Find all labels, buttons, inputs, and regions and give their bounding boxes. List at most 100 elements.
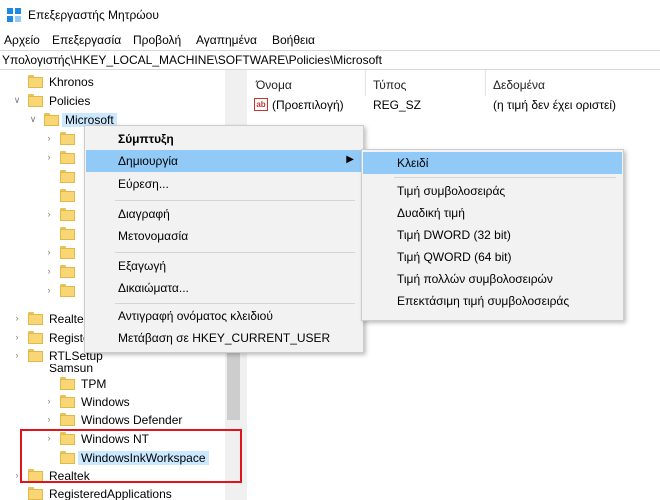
menu-item-label: Μετονομασία xyxy=(118,229,189,243)
menu-item-new[interactable]: Δημιουργία ▶ xyxy=(86,150,362,172)
folder-icon xyxy=(60,265,75,278)
tree-item-samsung-partial[interactable]: Samsun xyxy=(0,364,100,374)
menu-bar: Αρχείο Επεξεργασία Προβολή Αγαπημένα Βοή… xyxy=(0,30,660,50)
chevron-right-icon[interactable]: › xyxy=(44,152,54,162)
submenu-item-binary-value[interactable]: Δυαδική τιμή xyxy=(363,202,622,224)
menu-item-label: Μετάβαση σε HKEY_CURRENT_USER xyxy=(118,331,331,345)
chevron-right-icon[interactable]: › xyxy=(44,414,54,424)
tree-label: RegisteredApplications xyxy=(49,487,172,500)
menu-separator xyxy=(394,177,616,178)
column-header-type[interactable]: Τύπος xyxy=(373,78,406,92)
tree-label: Policies xyxy=(49,94,91,108)
menu-view[interactable]: Προβολή xyxy=(133,33,181,47)
chevron-right-icon[interactable]: › xyxy=(12,350,22,360)
tree-item-windows[interactable]: › Windows xyxy=(0,393,220,411)
context-menu: Σύμπτυξη Δημιουργία ▶ Εύρεση... Διαγραφή… xyxy=(84,125,364,353)
tree-label: Windows Defender xyxy=(81,413,183,427)
menu-item-label: Τιμή QWORD (64 bit) xyxy=(397,250,512,264)
menu-item-copy-key-name[interactable]: Αντιγραφή ονόματος κλειδιού xyxy=(86,305,362,327)
submenu-item-multi-string-value[interactable]: Τιμή πολλών συμβολοσειρών xyxy=(363,268,622,290)
menu-item-label: Δικαιώματα... xyxy=(118,281,189,295)
folder-icon xyxy=(60,151,75,164)
menu-favorites[interactable]: Αγαπημένα xyxy=(196,33,257,47)
menu-item-label: Αντιγραφή ονόματος κλειδιού xyxy=(118,309,273,323)
folder-icon xyxy=(60,132,75,145)
string-value-icon: ab xyxy=(254,98,268,111)
submenu-arrow-icon: ▶ xyxy=(346,154,354,165)
tree-label: Realtel xyxy=(49,312,87,326)
submenu-item-dword-value[interactable]: Τιμή DWORD (32 bit) xyxy=(363,224,622,246)
submenu-item-qword-value[interactable]: Τιμή QWORD (64 bit) xyxy=(363,246,622,268)
chevron-right-icon[interactable]: › xyxy=(44,396,54,406)
value-data: (η τιμή δεν έχει οριστεί) xyxy=(493,98,617,112)
tree-label: Samsun xyxy=(49,364,94,374)
window-title: Επεξεργαστής Μητρώου xyxy=(28,8,159,22)
menu-item-goto-hkcu[interactable]: Μετάβαση σε HKEY_CURRENT_USER xyxy=(86,327,362,349)
menu-item-label: Διαγραφή xyxy=(118,207,170,221)
submenu-item-string-value[interactable]: Τιμή συμβολοσειράς xyxy=(363,180,622,202)
folder-icon xyxy=(60,246,75,259)
chevron-right-icon[interactable]: › xyxy=(12,332,22,342)
menu-separator xyxy=(115,252,355,253)
folder-icon xyxy=(60,208,75,221)
menu-item-delete[interactable]: Διαγραφή xyxy=(86,203,362,225)
column-divider[interactable] xyxy=(365,70,366,96)
folder-icon xyxy=(60,189,75,202)
submenu-item-key[interactable]: Κλειδί xyxy=(363,152,622,174)
value-name[interactable]: (Προεπιλογή) xyxy=(272,98,344,112)
menu-help[interactable]: Βοήθεια xyxy=(272,33,315,47)
chevron-down-icon[interactable]: ∨ xyxy=(28,114,38,124)
chevron-right-icon[interactable]: › xyxy=(44,285,54,295)
tree-item-tpm[interactable]: TPM xyxy=(0,375,220,393)
menu-item-label: Εξαγωγή xyxy=(118,259,167,273)
tree-item-windows-defender[interactable]: › Windows Defender xyxy=(0,411,220,429)
folder-icon xyxy=(28,331,43,344)
folder-icon xyxy=(28,349,43,362)
chevron-right-icon[interactable]: › xyxy=(44,247,54,257)
tree-label: TPM xyxy=(81,377,107,391)
column-header-name[interactable]: Όνομα xyxy=(256,78,292,92)
new-submenu: Κλειδί Τιμή συμβολοσειράς Δυαδική τιμή Τ… xyxy=(361,149,624,321)
menu-separator xyxy=(115,200,355,201)
folder-icon xyxy=(60,413,75,426)
tree-item-policies[interactable]: ∨ Policies xyxy=(0,92,230,110)
chevron-down-icon[interactable]: ∨ xyxy=(12,95,22,105)
menu-item-find[interactable]: Εύρεση... xyxy=(86,173,362,195)
chevron-right-icon[interactable]: › xyxy=(12,313,22,323)
folder-icon xyxy=(44,113,59,126)
menu-file[interactable]: Αρχείο xyxy=(4,33,40,47)
menu-item-label: Τιμή πολλών συμβολοσειρών xyxy=(397,272,553,286)
submenu-item-expandable-string-value[interactable]: Επεκτάσιμη τιμή συμβολοσειράς xyxy=(363,290,622,312)
column-divider[interactable] xyxy=(485,70,486,96)
value-type: REG_SZ xyxy=(373,98,422,112)
tree-item-registered-applications[interactable]: RegisteredApplications xyxy=(0,485,220,500)
menu-item-rename[interactable]: Μετονομασία xyxy=(86,225,362,247)
chevron-right-icon[interactable]: › xyxy=(44,133,54,143)
menu-item-permissions[interactable]: Δικαιώματα... xyxy=(86,277,362,299)
folder-icon xyxy=(28,94,43,107)
folder-icon xyxy=(28,75,43,88)
tree-item-khronos[interactable]: Khronos xyxy=(0,73,230,91)
menu-item-label: Επεκτάσιμη τιμή συμβολοσειράς xyxy=(397,294,570,308)
highlight-annotation xyxy=(20,429,242,483)
address-bar[interactable]: Υπολογιστής\HKEY_LOCAL_MACHINE\SOFTWARE\… xyxy=(0,50,660,70)
menu-separator xyxy=(115,303,355,304)
folder-icon xyxy=(60,284,75,297)
menu-item-label: Δημιουργία xyxy=(118,154,178,168)
column-header-data[interactable]: Δεδομένα xyxy=(493,78,545,92)
folder-icon xyxy=(60,377,75,390)
menu-edit[interactable]: Επεξεργασία xyxy=(52,33,121,47)
menu-item-label: Εύρεση... xyxy=(118,177,169,191)
chevron-right-icon[interactable]: › xyxy=(44,266,54,276)
folder-icon xyxy=(60,170,75,183)
menu-item-export[interactable]: Εξαγωγή xyxy=(86,255,362,277)
chevron-right-icon[interactable]: › xyxy=(44,209,54,219)
menu-item-collapse[interactable]: Σύμπτυξη xyxy=(86,128,362,150)
menu-item-label: Σύμπτυξη xyxy=(118,132,174,146)
title-bar: Επεξεργαστής Μητρώου xyxy=(0,0,660,30)
address-path[interactable]: Υπολογιστής\HKEY_LOCAL_MACHINE\SOFTWARE\… xyxy=(2,53,382,67)
folder-icon xyxy=(60,395,75,408)
folder-icon xyxy=(60,227,75,240)
folder-icon xyxy=(28,312,43,325)
menu-item-label: Τιμή DWORD (32 bit) xyxy=(397,228,511,242)
